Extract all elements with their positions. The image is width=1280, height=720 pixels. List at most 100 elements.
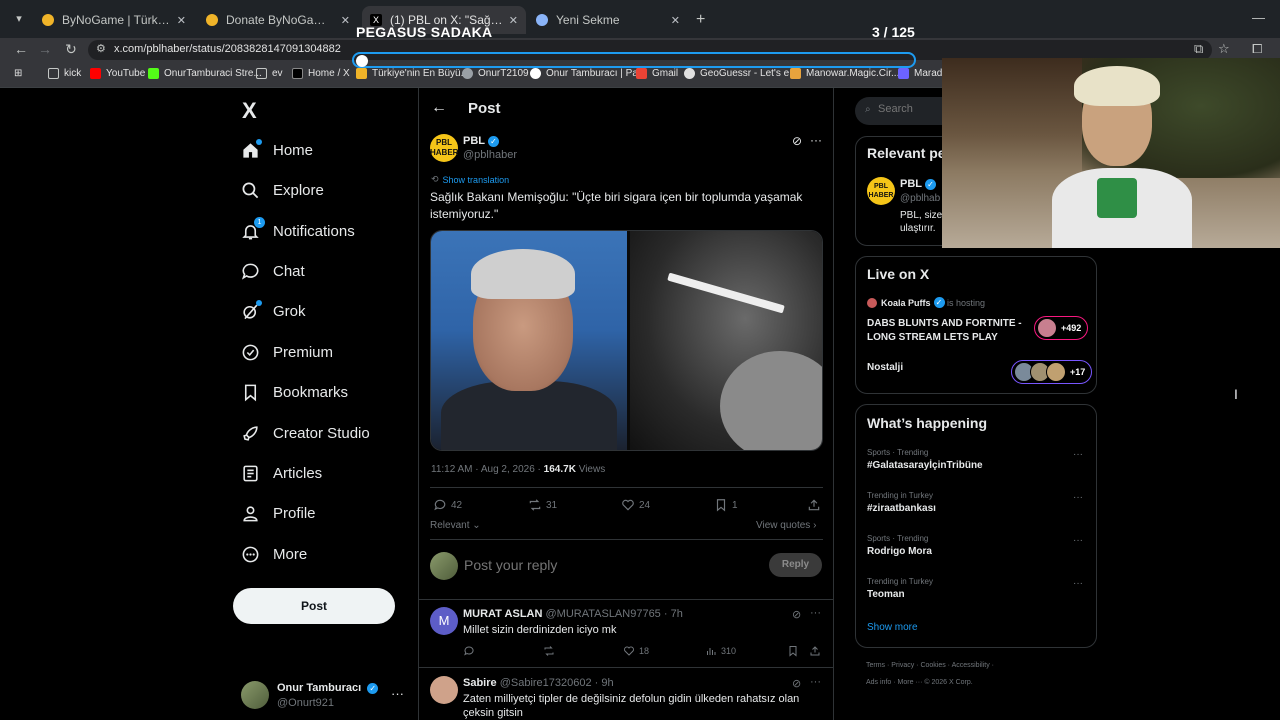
- grok-icon[interactable]: ⊘: [792, 677, 801, 690]
- browser-tab[interactable]: ByNoGame | Türkiye'nin En Büyük ✕: [34, 6, 194, 34]
- show-translation-link[interactable]: ⟲ Show translation: [431, 174, 509, 185]
- more-icon[interactable]: ···: [810, 607, 821, 619]
- bookmark-item[interactable]: OnurTamburaci Stre...: [148, 68, 262, 79]
- views-action[interactable]: 310: [705, 645, 736, 657]
- apps-icon[interactable]: ⊞: [14, 68, 22, 79]
- more-icon[interactable]: ···: [391, 686, 404, 701]
- more-icon[interactable]: ···: [1073, 492, 1083, 503]
- nav-explore[interactable]: Explore: [240, 175, 324, 205]
- reply-action[interactable]: 42: [433, 498, 462, 512]
- nav-profile[interactable]: Profile: [240, 498, 316, 528]
- back-icon[interactable]: ←: [12, 41, 30, 57]
- browser-tab[interactable]: Yeni Sekme ✕: [528, 6, 688, 34]
- reply-author-name[interactable]: Sabire: [463, 677, 497, 689]
- share-action[interactable]: [807, 498, 825, 512]
- nav-chat[interactable]: Chat: [240, 256, 305, 286]
- minister-photo[interactable]: [431, 231, 627, 450]
- avatar[interactable]: PBL HABER: [430, 134, 458, 162]
- bookmark-action[interactable]: 1: [714, 498, 738, 512]
- bookmark-item[interactable]: kick: [48, 68, 81, 79]
- bookmark-item[interactable]: Marado: [898, 68, 948, 79]
- avatar[interactable]: M: [430, 607, 458, 635]
- footer-links[interactable]: Ads info · More ··· © 2026 X Corp.: [866, 679, 973, 686]
- trend-item[interactable]: Trending in Turkey Teoman ···: [867, 577, 1087, 600]
- more-icon[interactable]: ···: [1073, 535, 1083, 546]
- trend-item[interactable]: Sports · Trending Rodrigo Mora ···: [867, 534, 1087, 557]
- close-tab-icon[interactable]: ✕: [341, 14, 350, 27]
- nav-creator-studio[interactable]: Creator Studio: [240, 418, 370, 448]
- reply-button[interactable]: Reply: [769, 553, 822, 577]
- close-tab-icon[interactable]: ✕: [671, 14, 680, 27]
- reload-icon[interactable]: ↻: [62, 41, 80, 58]
- bookmark-item[interactable]: ev: [256, 68, 283, 79]
- bookmark-action[interactable]: [787, 645, 803, 657]
- show-more-link[interactable]: Show more: [867, 622, 918, 633]
- nav-home[interactable]: Home: [240, 135, 313, 165]
- bookmark-item[interactable]: YouTube: [90, 68, 145, 79]
- relevant-person-name[interactable]: PBL ✓: [900, 178, 936, 190]
- search-input[interactable]: [878, 103, 938, 115]
- reply-author-name[interactable]: MURAT ASLAN: [463, 608, 542, 620]
- author-name[interactable]: PBL ✓: [463, 135, 499, 147]
- trend-item[interactable]: Trending in Turkey #ziraatbankası ···: [867, 491, 1087, 514]
- nav-more[interactable]: More: [240, 539, 307, 569]
- nav-articles[interactable]: Articles: [240, 458, 322, 488]
- extensions-icon[interactable]: ⧠: [1252, 41, 1262, 57]
- live-listeners-pill[interactable]: +17: [1011, 360, 1093, 384]
- author-handle[interactable]: @pblhaber: [463, 149, 517, 161]
- like-action[interactable]: 24: [621, 498, 650, 512]
- url-text[interactable]: x.com/pblhaber/status/208382814709130488…: [114, 43, 341, 55]
- reply-action[interactable]: [463, 645, 479, 657]
- bookmark-item[interactable]: Türkiye'nin En Büyü...: [356, 68, 469, 79]
- bookmark-item[interactable]: Home / X: [292, 68, 350, 79]
- x-logo-icon[interactable]: X: [242, 98, 262, 123]
- minimize-icon[interactable]: —: [1252, 10, 1265, 25]
- bookmark-item[interactable]: GeoGuessr - Let's e...: [684, 68, 798, 79]
- live-host[interactable]: Koala Puffs ✓ is hosting: [867, 297, 985, 308]
- more-icon[interactable]: ···: [810, 133, 822, 147]
- more-icon[interactable]: ···: [1073, 449, 1083, 460]
- bookmark-item[interactable]: Gmail: [636, 68, 678, 79]
- nav-bookmarks[interactable]: Bookmarks: [240, 377, 348, 407]
- account-switcher[interactable]: Onur Tamburacı ✓ @Onurt921 ···: [241, 680, 406, 712]
- bookmark-star-icon[interactable]: ☆: [1218, 41, 1230, 57]
- post-media[interactable]: [430, 230, 823, 451]
- share-action[interactable]: [809, 645, 825, 657]
- grok-icon[interactable]: ⊘: [792, 134, 802, 148]
- live-listeners-pill[interactable]: +492: [1034, 316, 1089, 340]
- more-icon[interactable]: ···: [1073, 578, 1083, 589]
- close-tab-icon[interactable]: ✕: [177, 14, 186, 27]
- live-title[interactable]: DABS BLUNTS AND FORTNITE - LONG STREAM L…: [867, 317, 1027, 345]
- reply-author-handle[interactable]: @MURATASLAN97765: [546, 608, 661, 620]
- cigarette-photo[interactable]: [627, 231, 822, 450]
- view-quotes-link[interactable]: View quotes ›: [756, 520, 816, 531]
- relevant-person-handle[interactable]: @pblhab: [900, 193, 940, 204]
- sort-dropdown[interactable]: Relevant ⌄: [430, 520, 481, 531]
- more-icon[interactable]: ···: [810, 676, 821, 688]
- back-arrow-icon[interactable]: ←: [431, 99, 447, 117]
- reply-input[interactable]: [464, 557, 714, 573]
- search-box[interactable]: ⌕: [855, 97, 945, 125]
- site-info-icon[interactable]: ⚙: [96, 42, 106, 55]
- footer-links[interactable]: Terms · Privacy · Cookies · Accessibilit…: [866, 662, 994, 669]
- bookmark-item[interactable]: Manowar.Magic.Cir...: [790, 68, 899, 79]
- install-app-icon[interactable]: ⧉: [1194, 41, 1203, 57]
- bookmark-item[interactable]: Onur Tamburacı | Pa...: [530, 68, 646, 79]
- trend-item[interactable]: Sports · Trending #GalatasarayİçinTribün…: [867, 448, 1087, 471]
- nav-premium[interactable]: Premium: [240, 337, 333, 367]
- post-button[interactable]: Post: [233, 588, 395, 624]
- forward-icon[interactable]: →: [36, 41, 54, 57]
- avatar[interactable]: [430, 676, 458, 704]
- grok-icon[interactable]: ⊘: [792, 608, 801, 621]
- reply-author-handle[interactable]: @Sabire17320602: [500, 677, 592, 689]
- avatar[interactable]: PBL HABER: [867, 177, 895, 205]
- live-title[interactable]: Nostalji: [867, 362, 903, 373]
- nav-grok[interactable]: Grok: [240, 296, 306, 326]
- nav-notifications[interactable]: 1 Notifications: [240, 216, 355, 246]
- repost-action[interactable]: [543, 645, 559, 657]
- tab-search-icon[interactable]: ▾: [10, 10, 28, 28]
- repost-action[interactable]: 31: [528, 498, 557, 512]
- like-action[interactable]: 18: [623, 645, 649, 657]
- bookmark-item[interactable]: OnurT2109: [462, 68, 529, 79]
- close-tab-icon[interactable]: ✕: [509, 14, 518, 27]
